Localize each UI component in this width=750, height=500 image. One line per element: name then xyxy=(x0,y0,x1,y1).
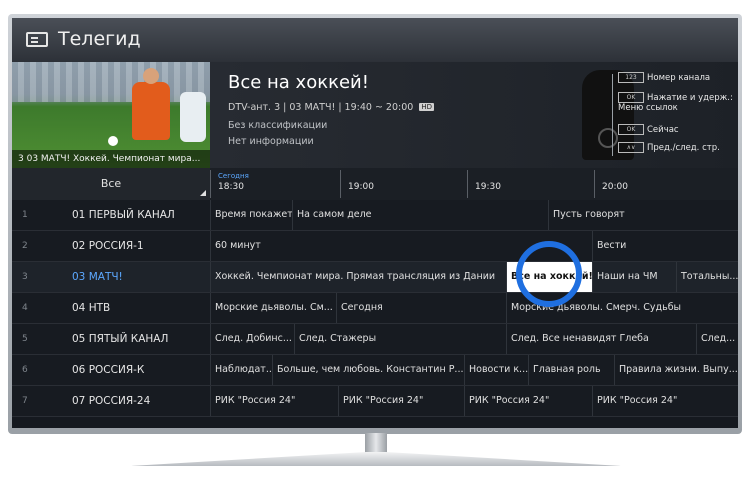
legend-channel-number: 123 Номер канала xyxy=(618,72,710,83)
program-cell[interactable]: Время покажет xyxy=(210,200,292,230)
program-meta: DTV-ант. 3 | 03 МАТЧ! | 19:40 ~ 20:00 HD xyxy=(228,102,434,113)
program-cell[interactable]: След... xyxy=(696,324,738,354)
program-rating: Без классификации xyxy=(228,120,328,131)
dropdown-corner-icon xyxy=(200,190,206,196)
channel-number: 7 xyxy=(22,396,28,406)
channel-row: 5 05 ПЯТЫЙ КАНАЛ След. Добинс... След. С… xyxy=(12,324,738,355)
channel-name[interactable]: 04 НТВ xyxy=(72,293,110,323)
program-cell[interactable]: Сегодня xyxy=(336,293,506,323)
legend-key: ∧∨ xyxy=(618,142,644,153)
player-figure xyxy=(180,92,206,142)
program-cell[interactable]: Новости к... xyxy=(464,355,528,385)
program-cell[interactable]: Наши на ЧМ xyxy=(592,262,676,292)
channel-number: 1 xyxy=(22,210,28,220)
channel-name[interactable]: 06 РОССИЯ-К xyxy=(72,355,144,385)
program-cell[interactable]: РИК "Россия 24" xyxy=(464,386,592,416)
legend-now: OK Сейчас xyxy=(618,124,679,135)
app-title: Телегид xyxy=(58,28,141,50)
program-cell[interactable]: Правила жизни. Выпу... xyxy=(614,355,738,385)
program-cell[interactable]: На самом деле xyxy=(292,200,548,230)
time-label: 18:30 xyxy=(218,182,244,192)
program-cell[interactable]: След. Все ненавидят Глеба xyxy=(506,324,696,354)
channel-number: 5 xyxy=(22,334,28,344)
legend-leader-line xyxy=(612,74,613,156)
legend-label: Номер канала xyxy=(647,73,711,83)
time-divider xyxy=(467,170,468,198)
hd-badge: HD xyxy=(419,103,434,111)
tv-screen: Телегид 3 03 МАТЧ! Хоккей. Чемпионат мир… xyxy=(12,18,738,428)
channel-number: 4 xyxy=(22,303,28,313)
program-cell[interactable]: Хоккей. Чемпионат мира. Прямая трансляци… xyxy=(210,262,506,292)
legend-label: Пред./след. стр. xyxy=(647,143,720,153)
channel-filter-dropdown[interactable]: Все xyxy=(12,168,210,200)
remote-ok-button-icon xyxy=(598,128,618,148)
channel-row: 2 02 РОССИЯ-1 60 минут Вести xyxy=(12,231,738,262)
channel-number: 2 xyxy=(22,241,28,251)
program-cell[interactable]: РИК "Россия 24" xyxy=(210,386,338,416)
guide-icon xyxy=(26,32,48,47)
legend-page: ∧∨ Пред./след. стр. xyxy=(618,142,720,153)
today-label: Сегодня xyxy=(218,172,249,180)
time-divider xyxy=(340,170,341,198)
program-cell[interactable]: Вести xyxy=(592,231,738,261)
channel-row: 1 01 ПЕРВЫЙ КАНАЛ Время покажет На самом… xyxy=(12,200,738,231)
program-cell[interactable]: РИК "Россия 24" xyxy=(592,386,738,416)
legend-key: 123 xyxy=(618,72,644,83)
channel-name[interactable]: 03 МАТЧ! xyxy=(72,262,123,292)
top-bar: Телегид xyxy=(12,18,738,62)
filter-label: Все xyxy=(100,177,122,190)
program-title: Все на хоккей! xyxy=(228,72,369,93)
tv-stand-base xyxy=(130,452,622,466)
live-preview[interactable]: 3 03 МАТЧ! Хоккей. Чемпионат мира... xyxy=(12,62,210,168)
program-meta-text: DTV-ант. 3 | 03 МАТЧ! | 19:40 ~ 20:00 xyxy=(228,102,414,113)
legend-key: OK xyxy=(618,92,644,103)
legend-label: Сейчас xyxy=(647,125,679,135)
channel-name[interactable]: 07 РОССИЯ-24 xyxy=(72,386,150,416)
channel-row: 7 07 РОССИЯ-24 РИК "Россия 24" РИК "Росс… xyxy=(12,386,738,417)
program-cell[interactable]: След. Стажеры xyxy=(294,324,506,354)
legend-key: OK xyxy=(618,124,644,135)
channel-number: 3 xyxy=(22,272,28,282)
program-cell[interactable]: Морские дьяволы. См... xyxy=(210,293,336,323)
program-cell[interactable]: Больше, чем любовь. Константин Р... xyxy=(272,355,464,385)
time-label: 20:00 xyxy=(602,182,628,192)
time-label: 19:00 xyxy=(348,182,374,192)
tv-stand-neck xyxy=(365,433,387,453)
focus-highlight-ring xyxy=(516,241,582,307)
channel-name[interactable]: 02 РОССИЯ-1 xyxy=(72,231,144,261)
channel-number: 6 xyxy=(22,365,28,375)
channel-row: 4 04 НТВ Морские дьяволы. См... Сегодня … xyxy=(12,293,738,324)
time-divider xyxy=(594,170,595,198)
player-figure xyxy=(132,68,170,140)
program-cell[interactable]: Главная роль xyxy=(528,355,614,385)
channel-name[interactable]: 01 ПЕРВЫЙ КАНАЛ xyxy=(72,200,175,230)
legend-link-menu: OK Нажатие и удерж.: Меню ссылок xyxy=(618,92,736,113)
channel-name[interactable]: 05 ПЯТЫЙ КАНАЛ xyxy=(72,324,168,354)
program-cell[interactable]: Пусть говорят xyxy=(548,200,738,230)
program-cell[interactable]: РИК "Россия 24" xyxy=(338,386,464,416)
program-cell[interactable]: Наблюдат... xyxy=(210,355,272,385)
time-divider xyxy=(210,170,211,198)
timeline-header: Все Сегодня 18:30 19:00 19:30 20:00 xyxy=(12,168,738,201)
program-info-panel: 3 03 МАТЧ! Хоккей. Чемпионат мира... Все… xyxy=(12,62,738,168)
program-info: Нет информации xyxy=(228,136,314,147)
program-cell[interactable]: Тотальны... xyxy=(676,262,738,292)
channel-row: 6 06 РОССИЯ-К Наблюдат... Больше, чем лю… xyxy=(12,355,738,386)
ball xyxy=(108,136,118,146)
preview-caption: 3 03 МАТЧ! Хоккей. Чемпионат мира... xyxy=(12,150,210,168)
channel-row-active: 3 03 МАТЧ! Хоккей. Чемпионат мира. Пряма… xyxy=(12,262,738,293)
time-label: 19:30 xyxy=(475,182,501,192)
program-cell[interactable]: След. Добинс... xyxy=(210,324,294,354)
